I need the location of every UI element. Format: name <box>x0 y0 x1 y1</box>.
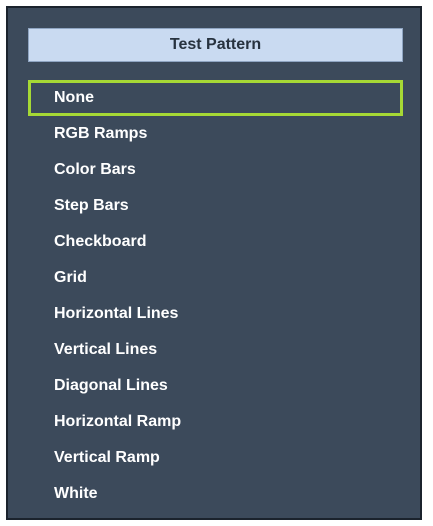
menu-item-horizontal-ramp[interactable]: Horizontal Ramp <box>28 404 403 440</box>
test-pattern-options-list: None RGB Ramps Color Bars Step Bars Chec… <box>28 80 403 512</box>
menu-item-horizontal-lines[interactable]: Horizontal Lines <box>28 296 403 332</box>
menu-item-vertical-lines[interactable]: Vertical Lines <box>28 332 403 368</box>
menu-title: Test Pattern <box>28 28 403 62</box>
menu-item-none[interactable]: None <box>28 80 403 116</box>
menu-item-step-bars[interactable]: Step Bars <box>28 188 403 224</box>
menu-item-checkboard[interactable]: Checkboard <box>28 224 403 260</box>
menu-item-diagonal-lines[interactable]: Diagonal Lines <box>28 368 403 404</box>
menu-item-vertical-ramp[interactable]: Vertical Ramp <box>28 440 403 476</box>
menu-item-rgb-ramps[interactable]: RGB Ramps <box>28 116 403 152</box>
menu-item-color-bars[interactable]: Color Bars <box>28 152 403 188</box>
test-pattern-menu-panel: Test Pattern None RGB Ramps Color Bars S… <box>6 6 422 520</box>
menu-item-grid[interactable]: Grid <box>28 260 403 296</box>
menu-item-white[interactable]: White <box>28 476 403 512</box>
